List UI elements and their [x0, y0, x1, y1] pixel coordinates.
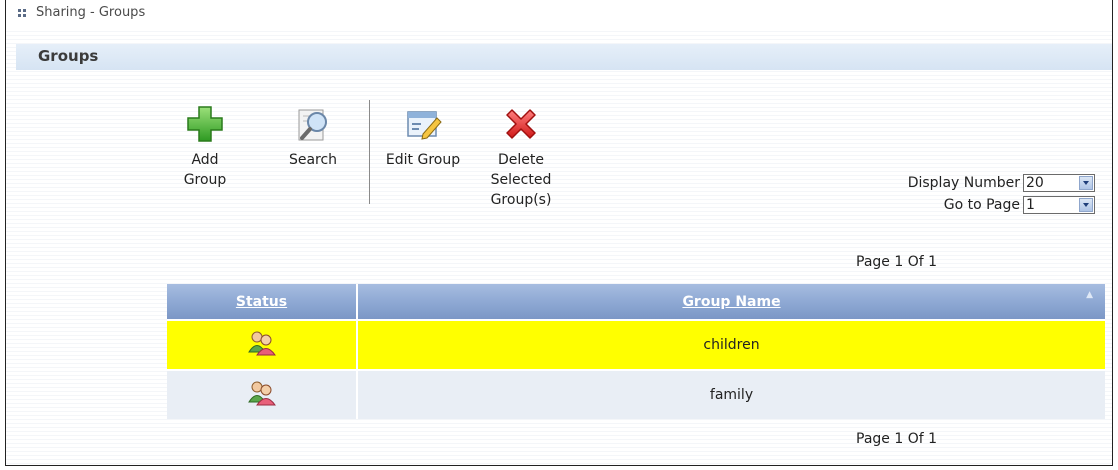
chevron-down-icon[interactable]	[1079, 176, 1093, 190]
group-icon	[247, 331, 276, 356]
group-name-cell: children	[358, 321, 1105, 371]
grip-icon	[18, 9, 28, 19]
table-header-row: Status Group Name ▲	[167, 284, 1105, 321]
page-title: Groups	[38, 47, 99, 65]
display-number-value: 20	[1026, 175, 1044, 191]
go-to-page-label: Go to Page	[943, 197, 1020, 213]
toolbar-divider	[369, 100, 370, 204]
edit-group-button[interactable]: Edit Group	[373, 104, 473, 170]
delete-group-label: Delete Selected Group(s)	[490, 152, 552, 208]
table-row[interactable]: children	[167, 321, 1105, 371]
status-cell	[167, 321, 358, 371]
page-info-bottom: Page 1 Of 1	[856, 431, 938, 447]
group-icon	[247, 381, 276, 406]
search-button[interactable]: Search	[281, 104, 345, 170]
breadcrumb-bar: Sharing - Groups	[6, 0, 1112, 30]
add-group-label: Add Group	[183, 152, 227, 188]
delete-group-button[interactable]: Delete Selected Group(s)	[480, 104, 562, 210]
go-to-page-select[interactable]: 1	[1023, 196, 1095, 214]
group-name-cell: family	[358, 371, 1105, 419]
breadcrumb: Sharing - Groups	[36, 5, 146, 20]
display-number-label: Display Number	[907, 175, 1020, 191]
add-group-button[interactable]: Add Group	[182, 104, 228, 190]
column-header-group-name[interactable]: Group Name ▲	[358, 284, 1105, 321]
sort-ascending-icon: ▲	[1086, 290, 1093, 300]
display-number-select[interactable]: 20	[1023, 174, 1095, 192]
chevron-down-icon[interactable]	[1079, 198, 1093, 212]
display-number-row: Display Number 20	[908, 174, 1095, 192]
page-info-top: Page 1 Of 1	[856, 254, 938, 270]
delete-icon	[506, 109, 536, 139]
main-frame: Sharing - Groups Groups Add Group Search	[5, 0, 1113, 466]
table-row[interactable]: family	[167, 371, 1105, 419]
status-cell	[167, 371, 358, 419]
column-header-status[interactable]: Status	[167, 284, 358, 321]
go-to-page-row: Go to Page 1	[944, 196, 1095, 214]
go-to-page-value: 1	[1026, 197, 1035, 213]
column-header-group-name-label: Group Name	[682, 293, 781, 310]
add-icon	[187, 106, 223, 142]
groups-table: Status Group Name ▲ children family	[167, 284, 1105, 419]
search-icon	[298, 109, 327, 141]
edit-icon	[407, 111, 442, 140]
section-header: Groups	[16, 44, 1112, 70]
edit-group-label: Edit Group	[385, 152, 461, 168]
search-label: Search	[288, 152, 338, 168]
